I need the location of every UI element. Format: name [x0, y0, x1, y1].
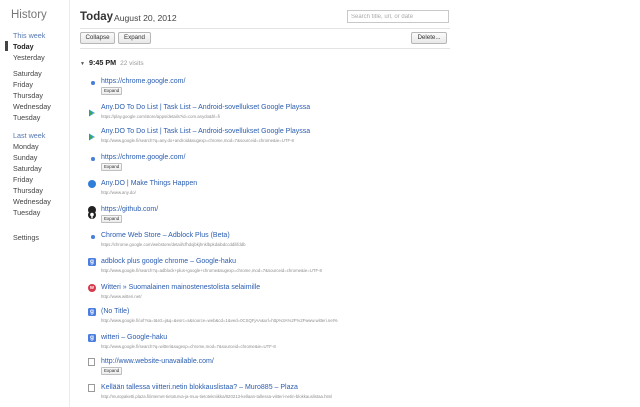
- sidebar-item-today[interactable]: Today: [13, 42, 34, 51]
- entry-url: https://chrome.google.com/webstore/detai…: [101, 242, 246, 247]
- collapse-button[interactable]: Collapse: [80, 32, 115, 44]
- play-store-icon: [88, 128, 96, 141]
- entry-title-link[interactable]: Kellään tallessa viitteri.netin blokkaus…: [101, 384, 298, 391]
- witteri-icon: w: [88, 284, 96, 292]
- history-entry[interactable]: https://chrome.google.com/Expand: [88, 154, 448, 174]
- sidebar-item-tuesday[interactable]: Tuesday: [13, 113, 40, 122]
- sidebar-item-saturday[interactable]: Saturday: [13, 69, 42, 78]
- visit-group-header[interactable]: ▼ 9:45 PM 22 visits: [80, 58, 144, 67]
- search-input[interactable]: [347, 10, 449, 23]
- entry-url: http://www.google.fi/url?sa=t&rct=j&q=&e…: [101, 318, 338, 323]
- entry-url: http://www.any.do/: [101, 190, 136, 195]
- play-store-icon: [88, 104, 96, 117]
- history-entry[interactable]: https://chrome.google.com/Expand: [88, 78, 448, 98]
- entry-url: https://play.google.com/store/apps/detai…: [101, 114, 220, 119]
- sidebar-section-this-week[interactable]: This week: [13, 31, 45, 40]
- entry-url: http://www.google.fi/search?q=any.do+and…: [101, 138, 294, 143]
- page-title: Today: [80, 11, 114, 23]
- entry-url: http://www.google.fi/search?q=witteri&su…: [101, 344, 276, 349]
- sidebar-item-settings[interactable]: Settings: [13, 233, 39, 242]
- toolbar-divider: [80, 48, 450, 49]
- entry-title-link[interactable]: (No Title): [101, 308, 129, 315]
- page-icon: [88, 384, 95, 392]
- history-entry[interactable]: Any.DO | Make Things Happen http://www.an…: [88, 180, 448, 200]
- entry-title-link[interactable]: Witteri » Suomalainen mainostenestolista…: [101, 284, 260, 291]
- sidebar-item-tuesday[interactable]: Tuesday: [13, 208, 40, 217]
- sidebar-item-wednesday[interactable]: Wednesday: [13, 102, 51, 111]
- entry-title-link[interactable]: https://github.com/: [101, 206, 158, 213]
- entry-expand-button[interactable]: Expand: [101, 367, 123, 375]
- entry-title-link[interactable]: Chrome Web Store – Adblock Plus (Beta): [101, 232, 230, 239]
- entry-expand-button[interactable]: Expand: [101, 215, 123, 223]
- selected-marker: [5, 41, 8, 51]
- sidebar-item-yesterday[interactable]: Yesterday: [13, 53, 45, 62]
- entry-title-link[interactable]: https://chrome.google.com/: [101, 78, 185, 85]
- sidebar-item-thursday[interactable]: Thursday: [13, 91, 43, 100]
- sidebar-item-saturday[interactable]: Saturday: [13, 164, 42, 173]
- sidebar: History This week Today Yesterday Saturday F…: [0, 0, 70, 407]
- history-entry[interactable]: Kellään tallessa viitteri.netin blokkaus…: [88, 384, 448, 404]
- header-divider: [80, 28, 450, 29]
- sidebar-title: History: [11, 9, 47, 21]
- history-entry[interactable]: http://www.website-unavailable.com/Expan…: [88, 358, 448, 378]
- history-entry[interactable]: Any.DO To Do List | Task List – Android-…: [88, 128, 448, 148]
- history-entry[interactable]: Any.DO To Do List | Task List – Android-…: [88, 104, 448, 124]
- sidebar-section-last-week[interactable]: Last week: [13, 131, 45, 140]
- entry-url: http://www.google.fi/search?q=adblock+pl…: [101, 268, 322, 273]
- entry-title-link[interactable]: Any.DO To Do List | Task List – Android-…: [101, 104, 310, 111]
- history-entry[interactable]: g adblock plus google chrome – Google-hak…: [88, 258, 448, 278]
- entry-title-link[interactable]: https://chrome.google.com/: [101, 154, 185, 161]
- entry-title-link[interactable]: http://www.website-unavailable.com/: [101, 358, 214, 365]
- sidebar-item-wednesday[interactable]: Wednesday: [13, 197, 51, 206]
- page-date: August 20, 2012: [114, 12, 177, 23]
- entry-title-link[interactable]: Any.DO | Make Things Happen: [101, 180, 197, 187]
- entry-expand-button[interactable]: Expand: [101, 87, 123, 95]
- collapse-triangle-icon[interactable]: ▼: [80, 61, 85, 67]
- entry-url: http://muropaketti.plaza.fi/internet-tie…: [101, 394, 333, 399]
- history-entry[interactable]: Chrome Web Store – Adblock Plus (Beta) ht…: [88, 232, 448, 252]
- history-entry[interactable]: g witteri – Google-haku http://www.google.…: [88, 334, 448, 354]
- entry-expand-button[interactable]: Expand: [101, 163, 123, 171]
- delete-button[interactable]: Delete...: [411, 32, 447, 44]
- entry-title-link[interactable]: witteri – Google-haku: [101, 334, 167, 341]
- anydo-icon: [88, 180, 96, 188]
- google-icon: g: [88, 258, 96, 266]
- page-icon: [88, 358, 95, 366]
- sidebar-item-monday[interactable]: Monday: [13, 142, 39, 151]
- sidebar-item-thursday[interactable]: Thursday: [13, 186, 43, 195]
- entry-title-link[interactable]: Any.DO To Do List | Task List – Android-…: [101, 128, 310, 135]
- google-icon: g: [88, 308, 96, 316]
- sidebar-item-friday[interactable]: Friday: [13, 80, 33, 89]
- sidebar-item-friday[interactable]: Friday: [13, 175, 33, 184]
- group-time: 9:45 PM: [88, 58, 117, 67]
- entry-url: http://www.witteri.net/: [101, 294, 142, 299]
- expand-button[interactable]: Expand: [118, 32, 151, 44]
- google-icon: g: [88, 334, 96, 342]
- history-entry[interactable]: g (No Title) http://www.google.fi/url?sa=t…: [88, 308, 448, 328]
- sidebar-item-sunday[interactable]: Sunday: [13, 153, 37, 162]
- history-entry[interactable]: w Witteri » Suomalainen mainostenestolist…: [88, 284, 448, 304]
- history-entry[interactable]: https://github.com/Expand: [88, 206, 448, 226]
- entry-title-link[interactable]: adblock plus google chrome – Google-haku: [101, 258, 236, 265]
- group-visit-count: 22 visits: [120, 60, 144, 67]
- github-icon: [88, 206, 96, 219]
